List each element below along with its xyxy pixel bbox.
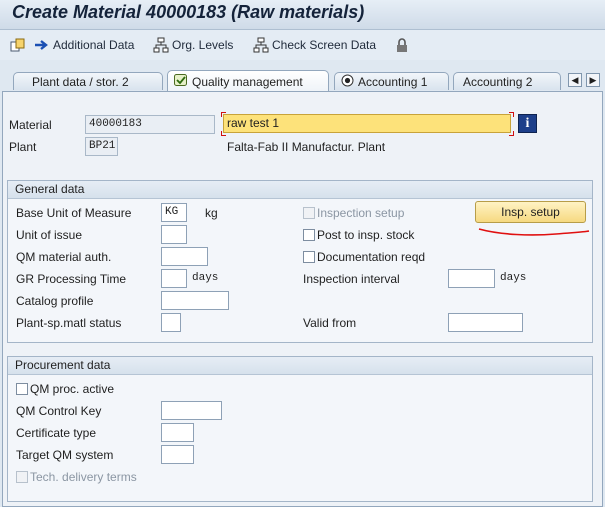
red-annotation-underline bbox=[478, 228, 590, 236]
post-to-insp-stock-checkbox[interactable] bbox=[303, 229, 315, 241]
gr-processing-time-field[interactable] bbox=[161, 269, 187, 288]
plant-description: Falta-Fab II Manufactur. Plant bbox=[227, 140, 386, 154]
documentation-reqd-label: Documentation reqd bbox=[317, 250, 426, 264]
check-screen-data-button[interactable]: Check Screen Data bbox=[253, 37, 376, 53]
lock-button[interactable] bbox=[394, 37, 410, 53]
org-levels-label: Org. Levels bbox=[172, 38, 234, 52]
tab-label: Accounting 2 bbox=[463, 74, 533, 89]
base-uom-label: Base Unit of Measure bbox=[16, 206, 132, 220]
base-uom-text: kg bbox=[205, 206, 218, 220]
material-label: Material bbox=[9, 118, 52, 132]
radio-indicator-icon bbox=[341, 74, 354, 90]
arrow-right-icon bbox=[34, 37, 50, 53]
other-material-button[interactable] bbox=[9, 37, 25, 53]
check-screen-data-label: Check Screen Data bbox=[272, 38, 377, 52]
tab-scroll-left-button[interactable]: ◀ bbox=[568, 73, 582, 87]
tab-quality-management[interactable]: Quality management bbox=[167, 70, 329, 92]
base-uom-field[interactable]: KG bbox=[161, 203, 187, 222]
plant-sp-matl-status-field[interactable] bbox=[161, 313, 181, 332]
qm-material-auth-field[interactable] bbox=[161, 247, 208, 266]
tab-label: Quality management bbox=[192, 74, 303, 89]
insp-setup-button[interactable]: Insp. setup bbox=[475, 201, 586, 223]
gr-days-unit: days bbox=[192, 272, 219, 284]
unit-of-issue-field[interactable] bbox=[161, 225, 187, 244]
chevron-left-icon: ◀ bbox=[571, 74, 579, 85]
inspection-setup-label: Inspection setup bbox=[317, 206, 405, 220]
inspection-interval-label: Inspection interval bbox=[303, 272, 400, 286]
certificate-type-field[interactable] bbox=[161, 423, 194, 442]
general-data-title: General data bbox=[8, 181, 592, 199]
focus-corner-tr bbox=[509, 112, 514, 117]
qm-proc-active-checkbox[interactable] bbox=[16, 383, 28, 395]
info-icon: i bbox=[525, 115, 530, 131]
info-button[interactable]: i bbox=[518, 114, 537, 133]
plant-label: Plant bbox=[9, 140, 37, 154]
insp-setup-button-label: Insp. setup bbox=[501, 205, 560, 219]
tech-delivery-terms-checkbox bbox=[16, 471, 28, 483]
plant-sp-matl-status-label: Plant-sp.matl status bbox=[16, 316, 122, 330]
material-description-field[interactable]: raw test 1 bbox=[223, 114, 511, 133]
target-qm-system-label: Target QM system bbox=[16, 448, 114, 462]
post-to-insp-stock-label: Post to insp. stock bbox=[317, 228, 415, 242]
switch-material-icon bbox=[9, 37, 25, 53]
inspection-interval-field[interactable] bbox=[448, 269, 495, 288]
unit-of-issue-label: Unit of issue bbox=[16, 228, 83, 242]
tab-accounting-1[interactable]: Accounting 1 bbox=[334, 72, 449, 90]
additional-data-label: Additional Data bbox=[53, 38, 135, 52]
certificate-type-label: Certificate type bbox=[16, 426, 97, 440]
valid-from-label: Valid from bbox=[303, 316, 357, 330]
interval-days-unit: days bbox=[500, 272, 527, 284]
org-hierarchy-icon bbox=[153, 37, 169, 53]
material-number-field: 40000183 bbox=[85, 115, 215, 134]
tab-plant-data-stor-2[interactable]: Plant data / stor. 2 bbox=[13, 72, 163, 90]
documentation-reqd-checkbox[interactable] bbox=[303, 251, 315, 263]
catalog-profile-label: Catalog profile bbox=[16, 294, 94, 308]
focus-corner-br bbox=[509, 131, 514, 136]
focus-corner-bl bbox=[221, 131, 226, 136]
plant-code-field: BP21 bbox=[85, 137, 118, 156]
check-icon bbox=[174, 73, 188, 90]
procurement-data-title: Procurement data bbox=[8, 357, 592, 375]
target-qm-system-field[interactable] bbox=[161, 445, 194, 464]
valid-from-field[interactable] bbox=[448, 313, 523, 332]
catalog-profile-field[interactable] bbox=[161, 291, 229, 310]
check-hierarchy-icon bbox=[253, 37, 269, 53]
lock-icon bbox=[394, 37, 410, 53]
window-title: Create Material 40000183 (Raw materials) bbox=[12, 2, 365, 22]
tab-label: Plant data / stor. 2 bbox=[32, 74, 129, 89]
tab-accounting-2[interactable]: Accounting 2 bbox=[453, 72, 561, 90]
org-levels-button[interactable]: Org. Levels bbox=[153, 37, 233, 53]
inspection-setup-checkbox bbox=[303, 207, 315, 219]
tech-delivery-terms-label: Tech. delivery terms bbox=[30, 470, 137, 484]
additional-data-button[interactable]: Additional Data bbox=[34, 37, 134, 53]
tab-scroll-right-button[interactable]: ▶ bbox=[586, 73, 600, 87]
focus-corner-tl bbox=[221, 112, 226, 117]
qm-proc-active-label: QM proc. active bbox=[30, 382, 115, 396]
chevron-right-icon: ▶ bbox=[589, 74, 597, 85]
qm-control-key-field[interactable] bbox=[161, 401, 222, 420]
qm-control-key-label: QM Control Key bbox=[16, 404, 102, 418]
tab-label: Accounting 1 bbox=[358, 74, 428, 89]
gr-processing-time-label: GR Processing Time bbox=[16, 272, 127, 286]
qm-material-auth-label: QM material auth. bbox=[16, 250, 112, 264]
